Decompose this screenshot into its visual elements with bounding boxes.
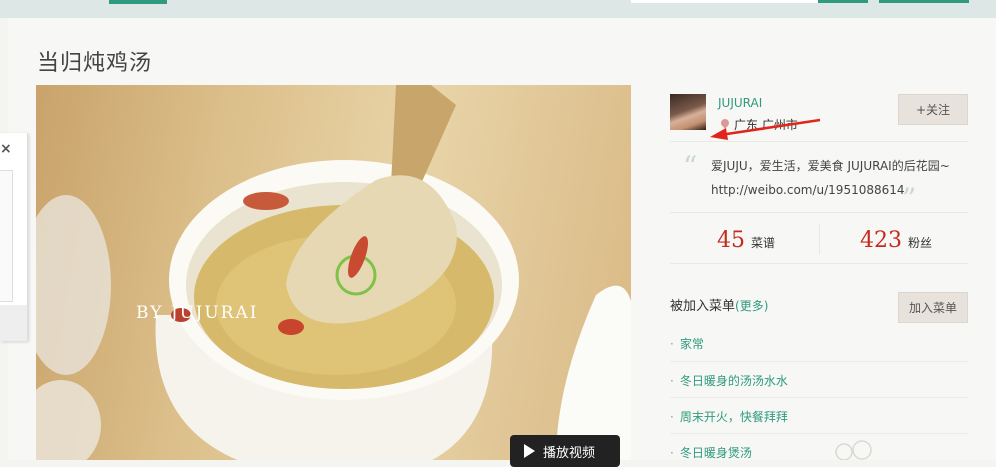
- fans-label: 粉丝: [908, 236, 933, 250]
- divider: [670, 212, 968, 213]
- active-nav-tab[interactable]: [109, 0, 167, 4]
- author-bio: 爱JUJU，爱生活，爱美食 JUJURAI的后花园~: [711, 159, 950, 173]
- menu-item-label: 周末开火，快餐拜拜: [679, 410, 788, 424]
- added-title-text: 被加入菜单: [670, 299, 736, 314]
- popup-content: [0, 170, 13, 302]
- photo-watermark: BY JUJURAI: [136, 303, 259, 323]
- menu-item-label: 冬日暖身煲汤: [679, 446, 752, 460]
- search-button[interactable]: [818, 0, 868, 3]
- menu-list-item[interactable]: · 冬日暖身的汤汤水水: [670, 372, 968, 389]
- bullet: ·: [670, 374, 674, 388]
- fans-stat[interactable]: 423 粉丝: [860, 228, 932, 253]
- divider: [670, 141, 968, 142]
- recipes-count: 45: [717, 228, 745, 253]
- play-video-label: 播放视频: [543, 445, 596, 461]
- play-icon: [524, 444, 535, 458]
- menu-list-item[interactable]: · 周末开火，快餐拜拜: [670, 408, 968, 425]
- recipes-stat[interactable]: 45 菜谱: [717, 228, 775, 253]
- follow-button[interactable]: +关注: [898, 94, 968, 125]
- bullet: ·: [670, 446, 674, 460]
- menu-list-item[interactable]: · 家常: [670, 335, 968, 352]
- divider: [670, 361, 968, 362]
- added-to-menus-heading: 被加入菜单(更多): [670, 295, 768, 314]
- divider: [670, 433, 968, 434]
- divider: [670, 263, 968, 264]
- fans-count: 423: [860, 228, 902, 253]
- more-link[interactable]: (更多): [735, 299, 768, 313]
- recipe-title: 当归炖鸡汤: [37, 51, 153, 76]
- divider: [670, 397, 968, 398]
- quote-close-icon: ”: [902, 182, 917, 215]
- menu-item-label: 冬日暖身的汤汤水水: [679, 374, 788, 388]
- bullet: ·: [670, 410, 674, 424]
- close-icon[interactable]: ×: [0, 141, 12, 157]
- bullet: ·: [670, 337, 674, 351]
- recipes-label: 菜谱: [751, 236, 776, 250]
- stat-separator: [819, 224, 820, 254]
- popup-footer: [0, 305, 27, 341]
- menu-item-label: 家常: [679, 337, 704, 351]
- quote-open-icon: “: [683, 150, 698, 183]
- red-arrow-annotation: [710, 118, 821, 140]
- search-input[interactable]: [631, 0, 818, 3]
- header-button[interactable]: [879, 0, 969, 3]
- decorative-bubbles-icon: [835, 440, 872, 460]
- soup-illustration: [36, 85, 631, 460]
- author-avatar[interactable]: [670, 94, 706, 130]
- author-weibo-link[interactable]: http://weibo.com/u/1951088614: [711, 183, 905, 197]
- author-name[interactable]: JUJURAI: [718, 96, 762, 110]
- play-video-button[interactable]: 播放视频: [510, 435, 620, 467]
- add-to-menu-button[interactable]: 加入菜单: [898, 292, 968, 323]
- recipe-photo[interactable]: BY JUJURAI: [36, 85, 631, 460]
- menu-list-item[interactable]: · 冬日暖身煲汤: [670, 444, 968, 461]
- top-navigation-bar: [0, 0, 996, 18]
